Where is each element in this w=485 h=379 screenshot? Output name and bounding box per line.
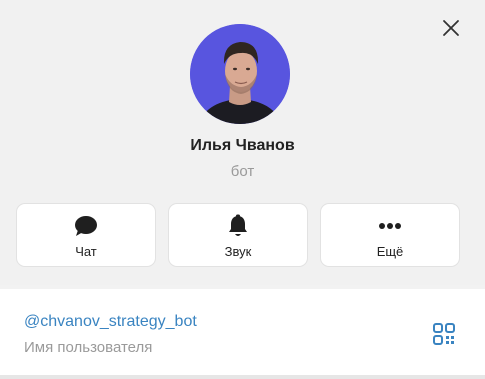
more-button-label: Ещё (376, 244, 404, 259)
profile-subtitle: бот (230, 163, 255, 180)
profile-name: Илья Чванов (190, 137, 295, 154)
sound-button-label: Звук (224, 244, 252, 259)
username-link[interactable]: @chvanov_strategy_bot (24, 313, 197, 331)
chat-button-label: Чат (75, 244, 97, 259)
bottom-divider (0, 375, 485, 379)
username-section: @chvanov_strategy_bot Имя пользователя (0, 289, 485, 375)
bell-icon (229, 214, 247, 236)
qr-code-button[interactable] (432, 322, 456, 346)
close-button[interactable] (436, 13, 466, 43)
username-caption: Имя пользователя (24, 339, 153, 356)
profile-header: Илья Чванов бот Чат Звук Ещё (0, 0, 485, 285)
more-button[interactable]: Ещё (320, 203, 460, 267)
sound-button[interactable]: Звук (168, 203, 308, 267)
qr-code-icon (433, 323, 455, 345)
avatar-photo-icon (190, 24, 290, 124)
chat-bubble-icon (75, 216, 97, 236)
more-dots-icon (379, 223, 401, 229)
avatar[interactable] (190, 24, 290, 124)
chat-button[interactable]: Чат (16, 203, 156, 267)
close-icon (443, 20, 459, 36)
